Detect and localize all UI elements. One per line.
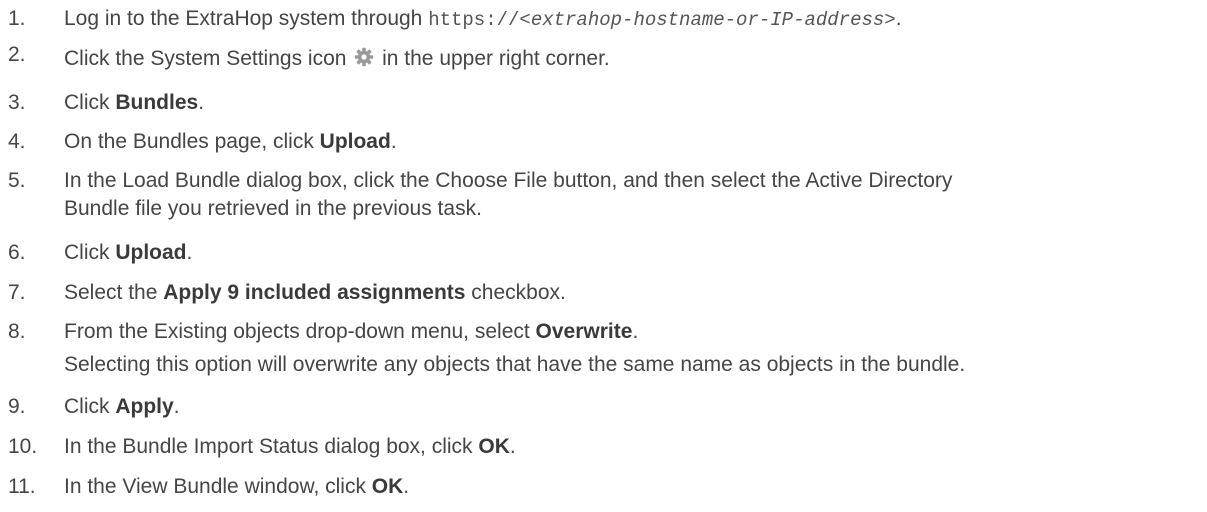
step-number: 7.	[8, 281, 26, 304]
step-text: Click the System Settings icon in the up…	[64, 44, 1204, 74]
ui-term-bundles: Bundles	[115, 91, 199, 114]
step-text-part: in the upper right corner.	[376, 47, 610, 70]
url-prefix: https://	[428, 9, 520, 31]
step-text-part: In the Bundle Import Status dialog box, …	[64, 435, 479, 458]
ui-term-overwrite: Overwrite	[535, 320, 633, 343]
step-number: 8.	[8, 320, 26, 343]
ui-term-ok: OK	[371, 475, 404, 498]
step-text: From the Existing objects drop-down menu…	[64, 317, 1204, 383]
step-text-part: Click	[64, 395, 116, 418]
step-number: 10.	[8, 435, 38, 458]
step-number: 3.	[8, 91, 26, 114]
step-number: 4.	[8, 130, 26, 153]
step-text-part: .	[390, 130, 397, 153]
step-text-part: On the Bundles page, click	[64, 130, 320, 153]
url-placeholder: <extrahop-hostname-or-IP-address>	[519, 9, 896, 31]
step-text-part: Log in to the ExtraHop system through	[64, 7, 429, 30]
step-text: Click Apply.	[64, 392, 1204, 422]
document: 1. Log in to the ExtraHop system through…	[0, 0, 1207, 512]
step-text: In the View Bundle window, click OK.	[64, 472, 1204, 502]
step-number: 1.	[8, 7, 26, 30]
step-text-part: Select the	[64, 281, 164, 304]
step-text: In the Bundle Import Status dialog box, …	[64, 432, 1204, 462]
step-text-part: From the Existing objects drop-down menu…	[64, 320, 536, 343]
step-text: Click Bundles.	[64, 88, 1204, 118]
step-number: 6.	[8, 241, 26, 264]
step-text-part: Click	[64, 241, 116, 264]
step-text-line: Bundle file you retrieved in the previou…	[64, 197, 482, 220]
step-text-part: .	[186, 241, 193, 264]
step-text-part: checkbox.	[465, 281, 566, 304]
step-text: Click Upload.	[64, 238, 1204, 268]
step-text-part: Click	[64, 91, 116, 114]
step-text-part: .	[403, 475, 410, 498]
step-text: On the Bundles page, click Upload.	[64, 127, 1204, 157]
gear-icon	[354, 46, 374, 67]
step-text: Select the Apply 9 included assignments …	[64, 278, 1204, 308]
step-note: Selecting this option will overwrite any…	[64, 353, 966, 376]
step-text-part: .	[509, 435, 516, 458]
step-number: 2.	[8, 43, 26, 66]
step-text: In the Load Bundle dialog box, click the…	[64, 166, 1204, 227]
ui-term-upload: Upload	[319, 130, 391, 153]
ui-term-ok: OK	[478, 435, 510, 458]
step-text-part: .	[173, 395, 180, 418]
ui-term-apply: Apply	[115, 395, 174, 418]
url-code: https://<extrahop-hostname-or-IP-address…	[428, 9, 895, 31]
step-text-part: .	[632, 320, 639, 343]
step-text-part: .	[198, 91, 205, 114]
step-text-part: .	[895, 7, 902, 30]
ui-term-apply-assignments: Apply 9 included assignments	[163, 281, 466, 304]
step-text-part: In the View Bundle window, click	[64, 475, 372, 498]
step-number: 5.	[8, 169, 26, 192]
step-number: 11.	[8, 475, 36, 498]
step-text-part: Click the System Settings icon	[64, 47, 353, 70]
step-text: Log in to the ExtraHop system through ht…	[64, 4, 1204, 35]
step-number: 9.	[8, 395, 26, 418]
ui-term-upload: Upload	[115, 241, 187, 264]
